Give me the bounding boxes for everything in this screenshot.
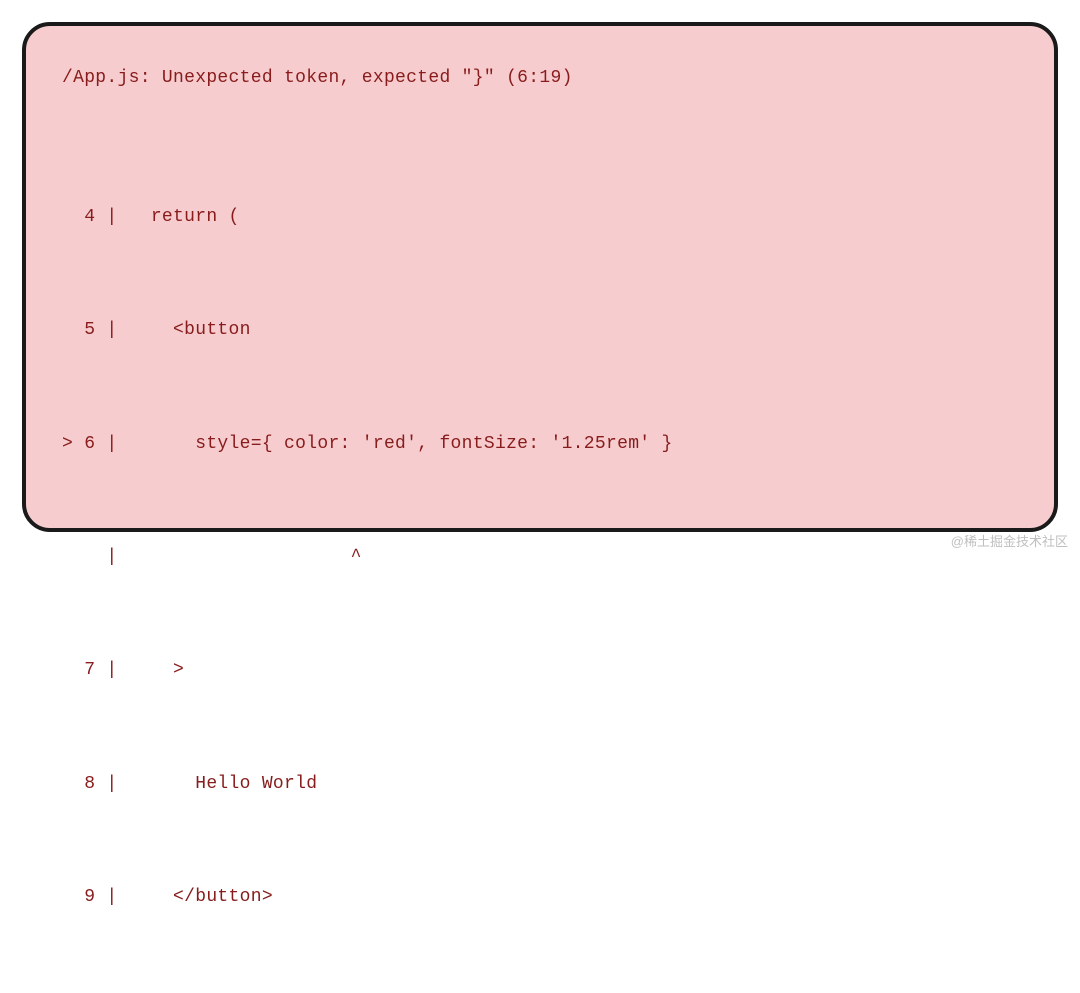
code-line: 9 | </button>: [62, 879, 1018, 917]
error-message: /App.js: Unexpected token, expected "}" …: [62, 66, 1018, 91]
code-line: 5 | <button: [62, 312, 1018, 350]
code-line: > 6 | style={ color: 'red', fontSize: '1…: [62, 426, 1018, 464]
code-line: 8 | Hello World: [62, 766, 1018, 804]
code-line: 7 | >: [62, 652, 1018, 690]
watermark: @稀土掘金技术社区: [951, 531, 1068, 550]
code-line: 4 | return (: [62, 199, 1018, 237]
error-panel: /App.js: Unexpected token, expected "}" …: [22, 22, 1058, 532]
